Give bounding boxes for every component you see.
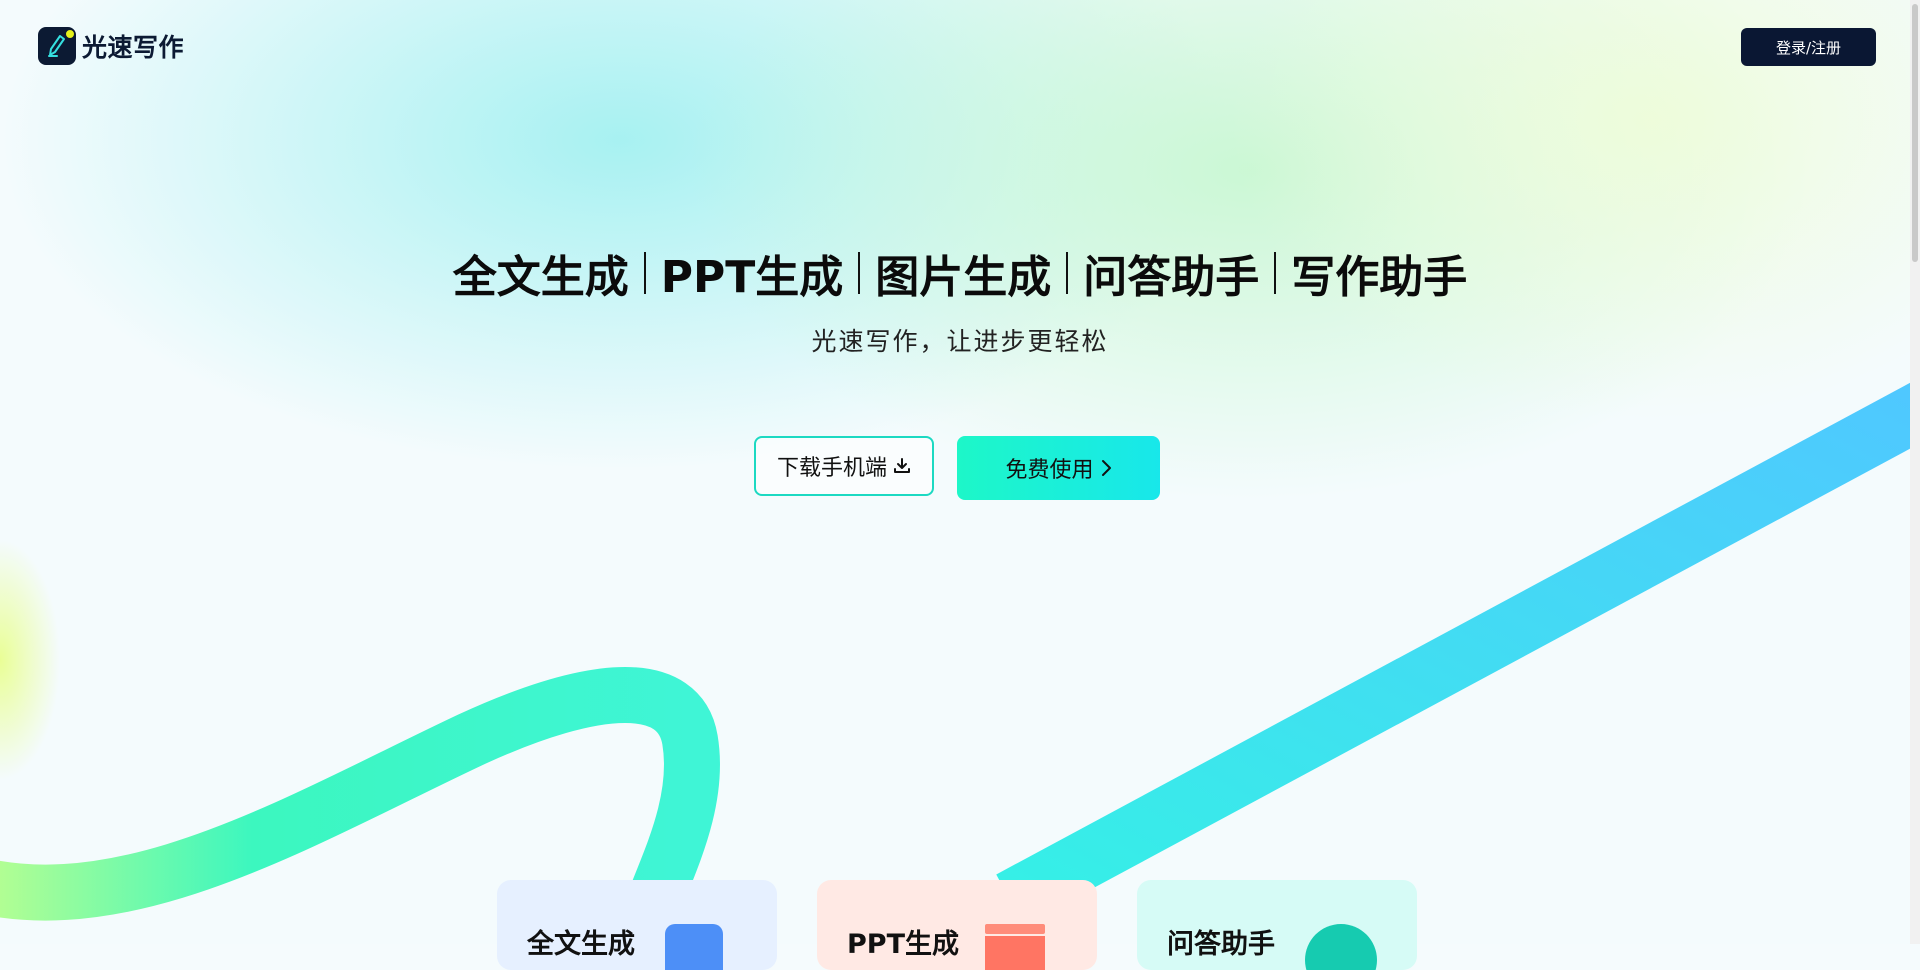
free-use-button[interactable]: 免费使用	[957, 436, 1160, 500]
logo-text: 光速写作	[82, 33, 185, 62]
document-icon	[665, 924, 723, 970]
free-use-label: 免费使用	[1005, 458, 1094, 483]
download-mobile-button[interactable]: 下载手机端	[754, 436, 934, 496]
chevron-right-icon	[1100, 459, 1112, 477]
logo[interactable]: 光速写作	[38, 27, 184, 65]
hero-subtitle: 光速写作，让进步更轻松	[811, 327, 1109, 356]
hero-title-item: PPT生成	[660, 252, 844, 303]
feature-card-label: 问答助手	[1167, 929, 1275, 960]
hero-title-item: 写作助手	[1291, 252, 1468, 303]
download-mobile-label: 下载手机端	[776, 456, 887, 481]
download-icon	[893, 457, 911, 475]
page-scrollbar[interactable]	[1910, 0, 1920, 944]
feature-card-label: 全文生成	[527, 929, 635, 960]
feature-card-qa[interactable]: 问答助手	[1137, 880, 1417, 970]
hero-title-item: 图片生成	[875, 252, 1052, 303]
scrollbar-thumb[interactable]	[1912, 4, 1918, 262]
presentation-icon	[985, 924, 1045, 970]
chat-icon	[1305, 924, 1377, 970]
hero-title: 全文生成 PPT生成 图片生成 问答助手 写作助手	[0, 241, 1920, 305]
feature-card-full-text[interactable]: 全文生成	[497, 880, 777, 970]
feature-card-label: PPT生成	[847, 929, 959, 960]
feature-card-ppt[interactable]: PPT生成	[817, 880, 1097, 970]
hero-title-item: 全文生成	[452, 252, 629, 303]
login-register-button[interactable]: 登录/注册	[1741, 28, 1876, 66]
logo-mark-icon	[38, 27, 76, 65]
pen-icon	[48, 35, 65, 57]
logo-dot-icon	[65, 29, 75, 39]
hero-title-item: 问答助手	[1083, 252, 1260, 303]
